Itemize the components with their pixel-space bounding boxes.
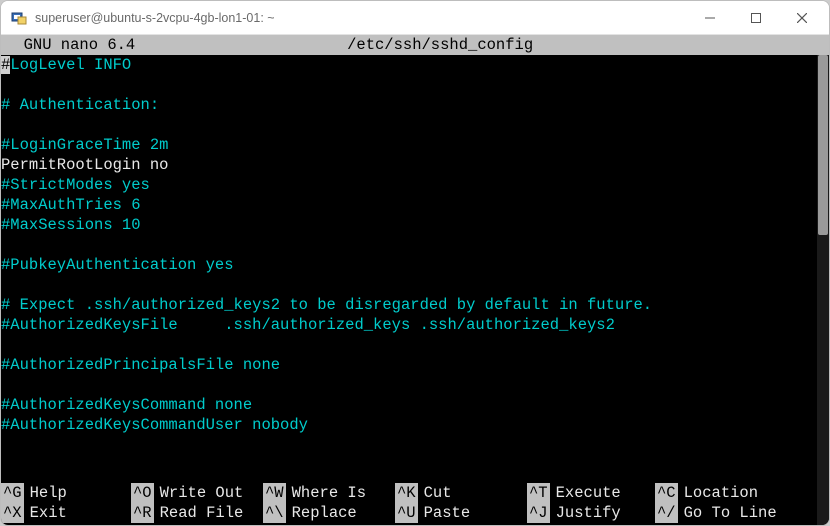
editor-line (1, 235, 829, 255)
editor-line: #LoginGraceTime 2m (1, 135, 829, 155)
shortcut-row-1: ^GHelp^OWrite Out^WWhere Is^KCut^TExecut… (1, 483, 829, 503)
shortcut-key: ^G (1, 483, 24, 503)
scrollbar[interactable] (817, 55, 829, 525)
shortcut-row-2: ^XExit^RRead File^\Replace^UPaste^JJusti… (1, 503, 829, 523)
editor-line: #StrictModes yes (1, 175, 829, 195)
minimize-button[interactable] (687, 2, 733, 34)
editor-line: PermitRootLogin no (1, 155, 829, 175)
editor-line: #MaxSessions 10 (1, 215, 829, 235)
shortcut: ^CLocation (655, 483, 815, 503)
shortcut-label: Justify (550, 503, 627, 523)
editor-line (1, 115, 829, 135)
window-controls (687, 2, 825, 34)
shortcut: ^OWrite Out (131, 483, 263, 503)
shortcut-label: Write Out (154, 483, 250, 503)
shortcut-key: ^\ (263, 503, 286, 523)
shortcut: ^UPaste (395, 503, 527, 523)
shortcut-key: ^W (263, 483, 286, 503)
shortcut-label: Execute (550, 483, 627, 503)
shortcut: ^XExit (1, 503, 131, 523)
shortcut-label: Location (678, 483, 764, 503)
editor-line: #LogLevel INFO (1, 55, 829, 75)
editor-line (1, 435, 829, 455)
editor-line (1, 335, 829, 355)
terminal[interactable]: GNU nano 6.4 /etc/ssh/sshd_config #LogLe… (1, 35, 829, 525)
nano-filename: /etc/ssh/sshd_config (135, 35, 745, 55)
shortcut: ^WWhere Is (263, 483, 395, 503)
maximize-button[interactable] (733, 2, 779, 34)
shortcut: ^GHelp (1, 483, 131, 503)
scrollbar-thumb[interactable] (818, 55, 828, 235)
editor-body[interactable]: #LogLevel INFO # Authentication: #LoginG… (1, 55, 829, 483)
shortcut: ^JJustify (527, 503, 655, 523)
app-window: superuser@ubuntu-s-2vcpu-4gb-lon1-01: ~ … (0, 0, 830, 526)
editor-line: # Authentication: (1, 95, 829, 115)
nano-header: GNU nano 6.4 /etc/ssh/sshd_config (1, 35, 829, 55)
putty-icon (11, 10, 27, 26)
nano-version: GNU nano 6.4 (5, 35, 135, 55)
shortcut-label: Go To Line (678, 503, 783, 523)
shortcut-label: Cut (418, 483, 458, 503)
shortcut-label: Help (24, 483, 73, 503)
shortcut: ^KCut (395, 483, 527, 503)
editor-line: #AuthorizedKeysCommand none (1, 395, 829, 415)
editor-line (1, 275, 829, 295)
editor-line: #PubkeyAuthentication yes (1, 255, 829, 275)
shortcut: ^\Replace (263, 503, 395, 523)
shortcut-key: ^U (395, 503, 418, 523)
shortcut-label: Read File (154, 503, 250, 523)
shortcut-key: ^C (655, 483, 678, 503)
editor-line: #AuthorizedKeysFile .ssh/authorized_keys… (1, 315, 829, 335)
shortcut-label: Replace (286, 503, 363, 523)
shortcut: ^TExecute (527, 483, 655, 503)
cursor: # (1, 56, 10, 74)
titlebar[interactable]: superuser@ubuntu-s-2vcpu-4gb-lon1-01: ~ (1, 1, 829, 35)
shortcut-key: ^K (395, 483, 418, 503)
shortcut-key: ^/ (655, 503, 678, 523)
shortcut-key: ^J (527, 503, 550, 523)
editor-line (1, 375, 829, 395)
shortcut-label: Paste (418, 503, 477, 523)
editor-line (1, 75, 829, 95)
close-button[interactable] (779, 2, 825, 34)
editor-line: #AuthorizedPrincipalsFile none (1, 355, 829, 375)
shortcut: ^RRead File (131, 503, 263, 523)
shortcut-key: ^X (1, 503, 24, 523)
shortcut-label: Exit (24, 503, 73, 523)
editor-line: #AuthorizedKeysCommandUser nobody (1, 415, 829, 435)
editor-line: #MaxAuthTries 6 (1, 195, 829, 215)
window-title: superuser@ubuntu-s-2vcpu-4gb-lon1-01: ~ (35, 11, 687, 25)
nano-footer: ^GHelp^OWrite Out^WWhere Is^KCut^TExecut… (1, 483, 829, 525)
editor-line: # Expect .ssh/authorized_keys2 to be dis… (1, 295, 829, 315)
shortcut-key: ^R (131, 503, 154, 523)
shortcut-key: ^T (527, 483, 550, 503)
shortcut-label: Where Is (286, 483, 372, 503)
shortcut-key: ^O (131, 483, 154, 503)
shortcut: ^/Go To Line (655, 503, 815, 523)
